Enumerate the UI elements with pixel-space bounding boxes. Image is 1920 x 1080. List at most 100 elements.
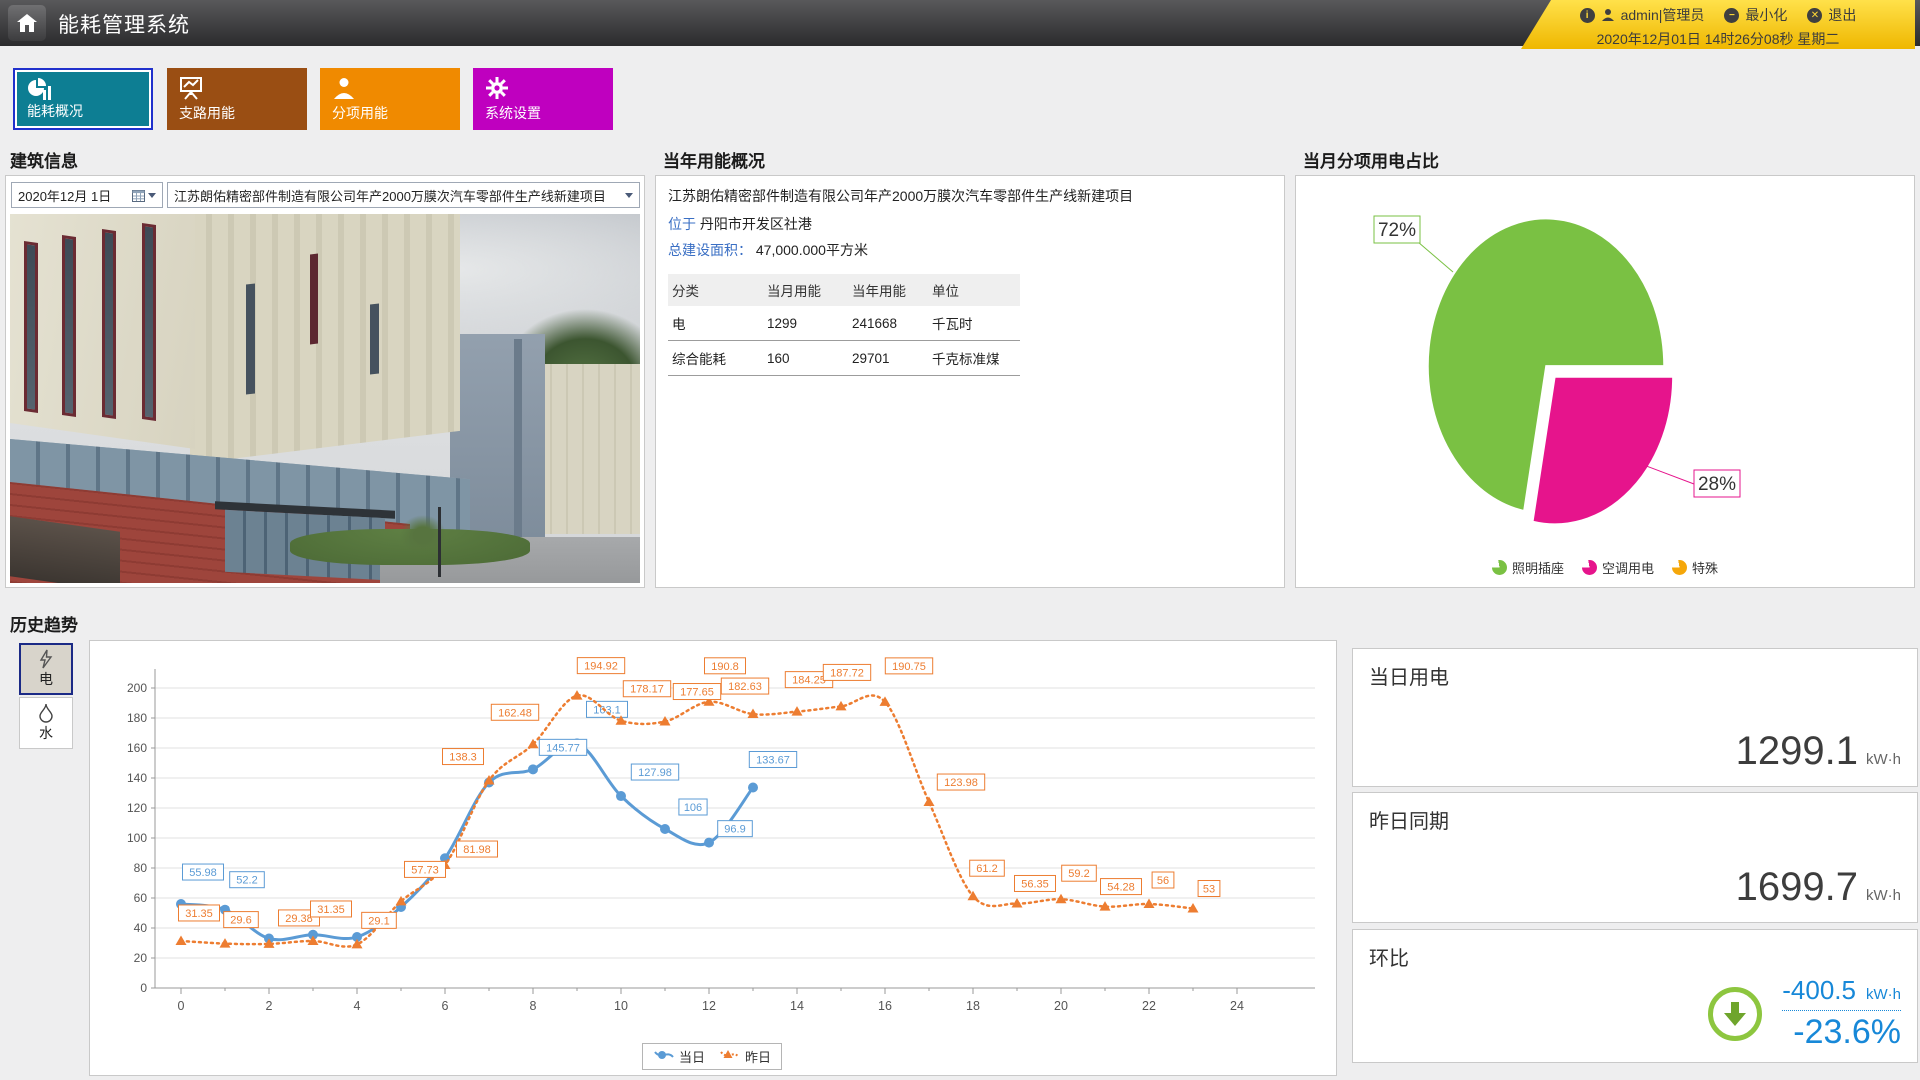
data-label: 31.35 (317, 904, 345, 916)
table-header-cell: 当月用能 (763, 274, 848, 306)
data-point[interactable] (616, 791, 626, 801)
data-label: 53 (1203, 884, 1215, 896)
nav-button-1[interactable]: 能耗概况 (13, 68, 153, 130)
pie-chart: 72%28% (1296, 176, 1914, 546)
table-header-cell: 当年用能 (848, 274, 928, 306)
nav-button-4[interactable]: 系统设置 (473, 68, 613, 130)
nav-button-label: 系统设置 (485, 103, 541, 123)
info-icon[interactable]: i (1580, 8, 1595, 23)
toggle-electricity[interactable]: 电 (19, 643, 73, 695)
svg-text:10: 10 (614, 999, 628, 1013)
gear-icon (485, 76, 509, 105)
data-label: 59.2 (1068, 868, 1089, 880)
data-label: 123.98 (944, 777, 978, 789)
located-value: 丹阳市开发区社港 (700, 216, 812, 232)
nav-button-2[interactable]: 支路用能 (167, 68, 307, 130)
card-today-usage: 当日用电 1299.1 kW·h (1352, 648, 1918, 787)
trend-legend-item-当日[interactable]: 当日 (653, 1047, 705, 1066)
pie-legend-item[interactable]: 特殊 (1672, 558, 1718, 577)
svg-text:20: 20 (1054, 999, 1068, 1013)
nav-button-label: 能耗概况 (27, 101, 83, 121)
admin-label: admin|管理员 (1621, 5, 1705, 25)
svg-text:60: 60 (134, 891, 148, 905)
legend-swatch (1492, 560, 1507, 575)
building-panel: 2020年12月 1日 江苏朗佑精密部件制造有限公司年产2000万膜次汽车零部件… (5, 175, 645, 588)
data-label: 31.35 (185, 908, 213, 920)
annual-panel: 江苏朗佑精密部件制造有限公司年产2000万膜次汽车零部件生产线新建项目 位于 丹… (655, 175, 1285, 588)
data-label: 54.28 (1107, 882, 1135, 894)
data-point[interactable] (660, 824, 670, 834)
svg-text:8: 8 (530, 999, 537, 1013)
legend-swatch (1672, 560, 1687, 575)
photo-blue-building-strip (514, 339, 522, 564)
area-value: 47,000.000平方米 (756, 242, 868, 258)
pie-legend-item[interactable]: 照明插座 (1492, 558, 1564, 577)
minimize-icon[interactable]: − (1724, 8, 1739, 23)
data-label: 81.98 (463, 844, 491, 856)
pie-slice-空调用电[interactable] (1533, 377, 1673, 524)
ratio-percent-value: -23.6% (1793, 1013, 1901, 1052)
data-point[interactable] (792, 706, 803, 716)
calendar-icon (132, 189, 145, 202)
data-label: 187.72 (830, 667, 864, 679)
data-point[interactable] (176, 935, 187, 945)
photo-window (62, 235, 76, 417)
data-point[interactable] (748, 782, 758, 792)
close-icon[interactable]: ✕ (1807, 8, 1822, 23)
legend-label: 当日 (679, 1047, 705, 1066)
lightning-icon (38, 649, 54, 669)
data-label: 182.63 (728, 681, 762, 693)
svg-text:120: 120 (127, 801, 147, 815)
nav-button-label: 支路用能 (179, 103, 235, 123)
data-label: 190.8 (711, 661, 739, 673)
home-icon (16, 13, 38, 33)
card-ratio-label: 环比 (1369, 942, 1409, 971)
photo-window (142, 223, 156, 421)
svg-text:0: 0 (140, 981, 147, 995)
pie-legend-item[interactable]: 空调用电 (1582, 558, 1654, 577)
data-label: 177.65 (680, 687, 714, 699)
legend-label: 照明插座 (1512, 558, 1564, 577)
data-label: 163.1 (593, 704, 621, 716)
logout-label[interactable]: 退出 (1828, 5, 1856, 25)
toggle-electricity-label: 电 (39, 669, 53, 689)
user-icon (1601, 8, 1615, 22)
card-ratio: 环比 -400.5 kW·h -23.6% (1352, 929, 1918, 1063)
photo-main-face-right (190, 214, 460, 464)
date-picker[interactable]: 2020年12月 1日 (11, 182, 163, 208)
table-cell: 241668 (848, 306, 928, 341)
data-point[interactable] (660, 716, 671, 726)
data-point[interactable] (396, 896, 407, 906)
data-label: 106 (684, 802, 702, 814)
data-point[interactable] (528, 739, 539, 749)
data-point[interactable] (704, 838, 714, 848)
trend-chart-panel: 0204060801001201401601802000246810121416… (89, 640, 1337, 1076)
ratio-delta-value: -400.5 (1782, 975, 1856, 1006)
project-select[interactable]: 江苏朗佑精密部件制造有限公司年产2000万膜次汽车零部件生产线新建项目 (167, 182, 640, 208)
nav-button-3[interactable]: 分项用能 (320, 68, 460, 130)
person-icon (332, 76, 356, 105)
data-point[interactable] (528, 764, 538, 774)
nav-button-label: 分项用能 (332, 103, 388, 123)
pie-callout-label: 28% (1698, 474, 1736, 495)
toggle-water-label: 水 (39, 723, 53, 743)
data-point[interactable] (924, 797, 935, 807)
data-label: 138.3 (449, 752, 477, 764)
toggle-water[interactable]: 水 (19, 697, 73, 749)
data-point[interactable] (880, 696, 891, 706)
ratio-unit: kW·h (1866, 986, 1901, 1003)
card-today-value: 1299.1 (1736, 729, 1858, 774)
trend-legend-item-昨日[interactable]: 昨日 (719, 1047, 771, 1066)
svg-text:180: 180 (127, 711, 147, 725)
home-button[interactable] (8, 5, 46, 41)
minimize-label[interactable]: 最小化 (1745, 5, 1787, 25)
table-cell: 千克标准煤 (928, 341, 1020, 376)
svg-text:200: 200 (127, 681, 147, 695)
data-label: 57.73 (411, 864, 439, 876)
data-label: 145.77 (546, 742, 580, 754)
svg-text:140: 140 (127, 771, 147, 785)
data-label: 190.75 (892, 661, 926, 673)
card-today-label: 当日用电 (1369, 661, 1449, 690)
svg-text:20: 20 (134, 951, 148, 965)
card-yesterday-unit: kW·h (1866, 887, 1901, 904)
